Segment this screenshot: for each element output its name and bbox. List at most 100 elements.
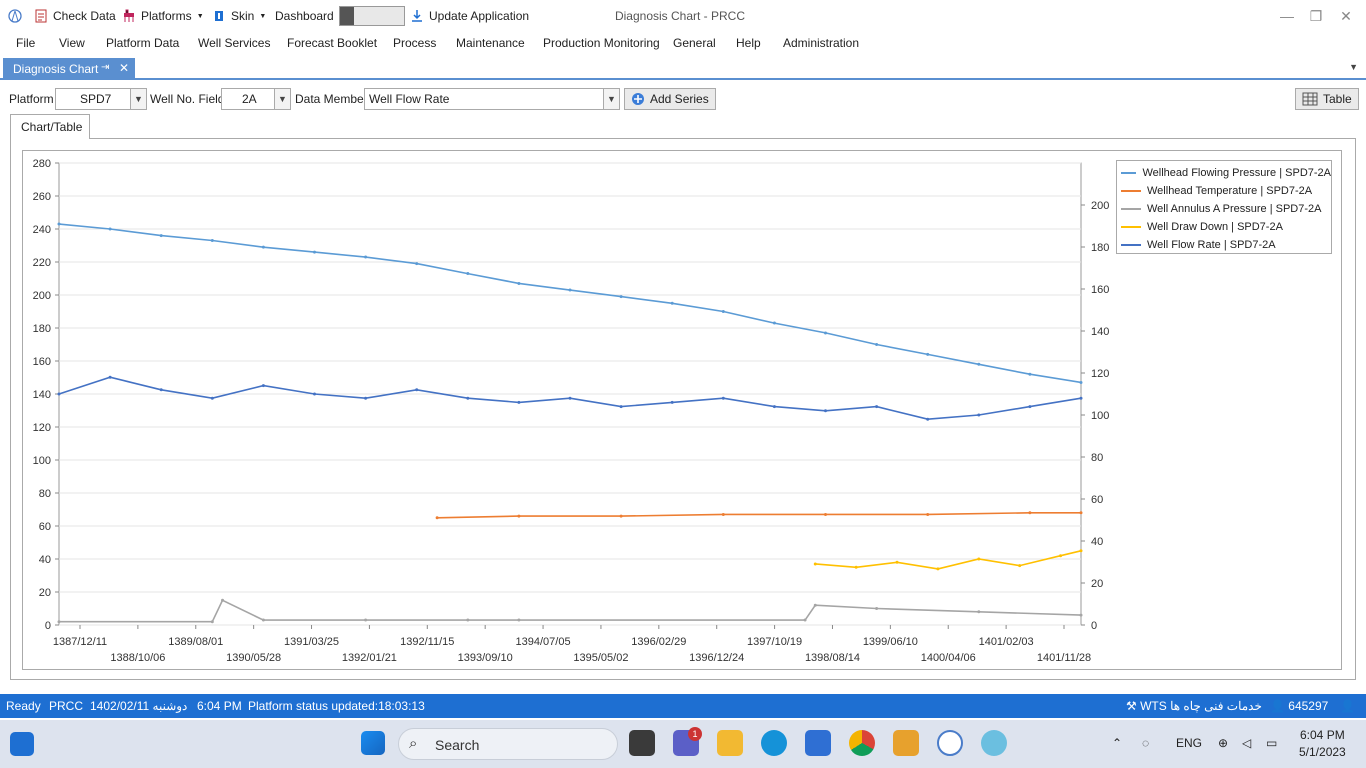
legend-label: Well Annulus A Pressure | SPD7-2A <box>1147 203 1322 215</box>
series-point <box>824 409 827 413</box>
app-logo-icon[interactable] <box>8 0 22 32</box>
tab-label: Diagnosis Chart <box>13 62 99 76</box>
menu-help[interactable]: Help <box>736 36 761 50</box>
series-point <box>926 512 930 516</box>
toggle-switch[interactable] <box>338 6 405 26</box>
data-member-value: Well Flow Rate <box>369 92 450 106</box>
series-point <box>1028 511 1032 515</box>
series-point <box>854 565 858 569</box>
series-point <box>977 610 981 614</box>
menu-general[interactable]: General <box>673 36 716 50</box>
clock-date[interactable]: 5/1/2023 <box>1299 745 1346 759</box>
user-id: 645297 <box>1288 699 1329 713</box>
clock-time[interactable]: 6:04 PM <box>1300 728 1345 742</box>
speaker-icon[interactable]: ◁ <box>1242 736 1251 750</box>
chevron-down-icon[interactable]: ▼ <box>130 89 146 109</box>
network-off-icon[interactable]: ◌ <box>1142 736 1149 750</box>
series-point <box>977 413 981 417</box>
y2-tick-label: 160 <box>1091 284 1109 296</box>
menu-production-monitoring[interactable]: Production Monitoring <box>543 36 660 50</box>
tab-close-icon[interactable]: ✕ <box>119 61 129 75</box>
series-point <box>926 417 930 421</box>
battery-icon[interactable]: ▭ <box>1266 736 1277 750</box>
series-point <box>936 567 940 571</box>
menu-well-services[interactable]: Well Services <box>198 36 270 50</box>
person-icon[interactable]: 👤 <box>1340 699 1355 713</box>
series-point <box>1079 380 1083 384</box>
series-point <box>210 620 214 624</box>
edge-icon[interactable] <box>761 730 787 756</box>
globe-app-icon[interactable] <box>981 730 1007 756</box>
add-series-label: Add Series <box>650 92 709 106</box>
menu-platform-data[interactable]: Platform Data <box>106 36 179 50</box>
close-icon[interactable]: ✕ <box>1333 6 1359 26</box>
user-status: 👤 645297 <box>1270 699 1328 713</box>
file-explorer-icon[interactable] <box>717 730 743 756</box>
legend-swatch <box>1121 172 1137 174</box>
prcc-app-icon[interactable] <box>937 730 963 756</box>
well-select[interactable]: 2A ▼ <box>221 88 291 110</box>
series-point <box>568 288 572 292</box>
y2-tick-label: 0 <box>1091 620 1097 632</box>
tab-chart-table[interactable]: Chart/Table <box>10 114 90 139</box>
legend-item[interactable]: Wellhead Temperature | SPD7-2A <box>1117 182 1331 200</box>
taskbar-search[interactable]: ⌕ Search <box>398 728 618 760</box>
menu-maintenance[interactable]: Maintenance <box>456 36 525 50</box>
menu-forecast-booklet[interactable]: Forecast Booklet <box>287 36 377 50</box>
notification-badge: 1 <box>688 727 702 741</box>
menu-view[interactable]: View <box>59 36 85 50</box>
dashboard-toggle[interactable]: Dashboard <box>275 0 405 32</box>
status-time: 6:04 PM <box>197 699 242 713</box>
menu-process[interactable]: Process <box>393 36 436 50</box>
legend-item[interactable]: Well Draw Down | SPD7-2A <box>1117 218 1331 236</box>
chrome-icon[interactable] <box>849 730 875 756</box>
y2-tick-label: 180 <box>1091 242 1109 254</box>
x-tick-label: 1396/12/24 <box>689 652 744 664</box>
widgets-icon[interactable] <box>10 732 34 756</box>
add-series-button[interactable]: Add Series <box>624 88 716 110</box>
chevron-down-icon[interactable]: ▼ <box>603 89 619 109</box>
menu-administration[interactable]: Administration <box>783 36 859 50</box>
tab-list-chevron-icon[interactable]: ▼ <box>1349 62 1358 72</box>
series-point <box>313 392 316 396</box>
pin-icon[interactable]: ⇥ <box>101 62 109 73</box>
series-point <box>466 396 470 400</box>
update-label: Update Application <box>429 9 530 23</box>
task-view-icon[interactable] <box>629 730 655 756</box>
globe-icon[interactable]: ⊕ <box>1218 736 1228 750</box>
series-point <box>364 396 368 400</box>
x-tick-label: 1391/03/25 <box>284 636 339 648</box>
platforms-dropdown[interactable]: Platforms ▼ <box>122 0 204 32</box>
update-application-button[interactable]: Update Application <box>410 0 529 32</box>
legend-item[interactable]: Wellhead Flowing Pressure | SPD7-2A <box>1117 164 1331 182</box>
x-tick-label: 1389/08/01 <box>168 636 223 648</box>
y-tick-label: 120 <box>33 422 51 434</box>
menu-file[interactable]: File <box>16 36 35 50</box>
series-point <box>895 560 899 564</box>
restore-icon[interactable]: ❐ <box>1303 6 1329 26</box>
y-tick-label: 60 <box>39 521 51 533</box>
store-icon[interactable] <box>805 730 831 756</box>
check-data-button[interactable]: Check Data <box>34 0 116 32</box>
platform-select[interactable]: SPD7 ▼ <box>55 88 147 110</box>
y-tick-label: 240 <box>33 224 51 236</box>
platform-label: Platform <box>9 92 54 106</box>
legend-item[interactable]: Well Flow Rate | SPD7-2A <box>1117 236 1331 254</box>
skin-dropdown[interactable]: Skin ▼ <box>212 0 266 32</box>
series-point <box>159 234 163 238</box>
series-point <box>721 310 725 313</box>
series-point <box>57 620 61 624</box>
series-point <box>466 272 470 276</box>
data-member-select[interactable]: Well Flow Rate ▼ <box>364 88 620 110</box>
table-button[interactable]: Table <box>1295 88 1359 110</box>
chevron-down-icon[interactable]: ▼ <box>274 89 290 109</box>
series-point <box>364 255 368 259</box>
legend-item[interactable]: Well Annulus A Pressure | SPD7-2A <box>1117 200 1331 218</box>
tab-diagnosis-chart[interactable]: Diagnosis Chart ⇥ ✕ <box>3 58 135 80</box>
minimize-icon[interactable]: — <box>1274 6 1300 26</box>
chevron-up-icon[interactable]: ⌃ <box>1112 736 1122 750</box>
series-point <box>435 516 439 520</box>
language-indicator[interactable]: ENG <box>1176 736 1202 750</box>
start-icon[interactable] <box>361 731 385 755</box>
tools-app-icon[interactable] <box>893 730 919 756</box>
